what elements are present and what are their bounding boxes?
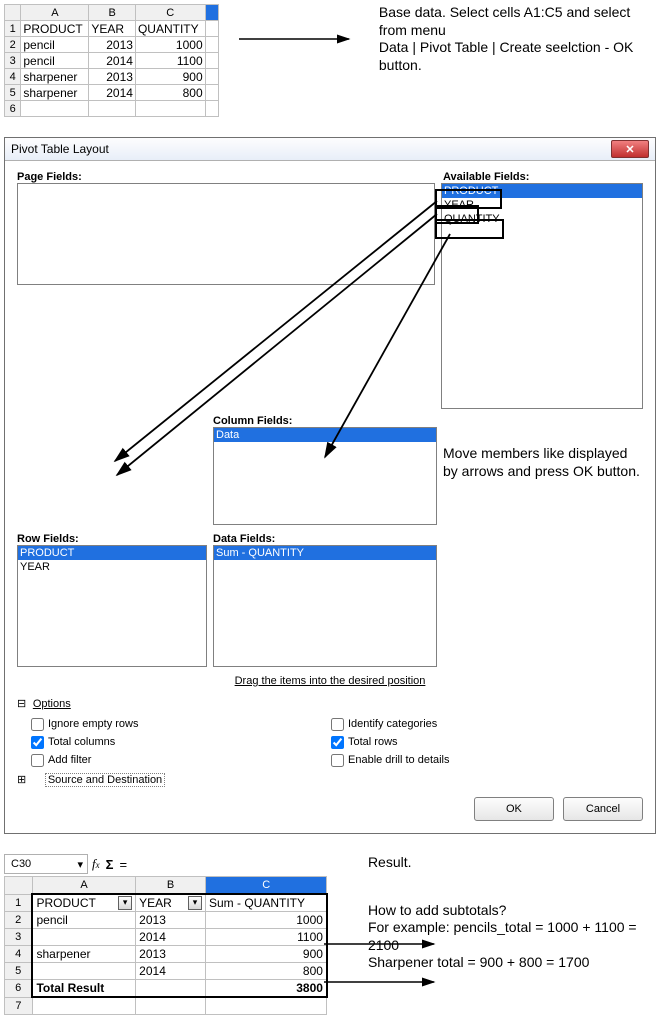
chk-add-filter[interactable]: Add filter: [31, 751, 331, 769]
available-year[interactable]: YEAR: [442, 198, 642, 212]
chk-ignore-empty[interactable]: Ignore empty rows: [31, 715, 331, 733]
options-expander[interactable]: ⊟: [17, 699, 33, 711]
srcdest-label[interactable]: Source and Destination: [45, 773, 165, 787]
row-fields-list[interactable]: PRODUCT YEAR: [17, 545, 207, 667]
cell-C1[interactable]: QUANTITY: [135, 21, 205, 37]
result-spreadsheet[interactable]: A B C 1 PRODUCT▾ YEAR▾ Sum - QUANTITY 2 …: [4, 876, 328, 1015]
column-fields-label: Column Fields:: [213, 415, 437, 427]
pivot-table-layout-dialog: Pivot Table Layout ✕ Page Fields: Availa…: [4, 137, 656, 834]
note-base-data: Base data. Select cells A1:C5 and select…: [379, 4, 659, 74]
col-header-A[interactable]: A: [21, 5, 89, 21]
dialog-title: Pivot Table Layout: [11, 142, 109, 156]
available-product[interactable]: PRODUCT: [442, 184, 642, 198]
note-subtotals: How to add subtotals? For example: penci…: [368, 902, 659, 955]
available-fields-list[interactable]: PRODUCT YEAR QUANTITY: [441, 183, 643, 409]
srcdest-expander[interactable]: ⊞: [17, 775, 33, 787]
data-fields-label: Data Fields:: [213, 533, 437, 545]
chk-total-rows[interactable]: Total rows: [331, 733, 631, 751]
equals-icon[interactable]: =: [119, 857, 127, 872]
available-quantity[interactable]: QUANTITY: [442, 212, 642, 226]
ok-button[interactable]: OK: [474, 797, 554, 821]
note-result: Result.: [368, 854, 659, 872]
sigma-icon[interactable]: Σ: [106, 857, 114, 872]
data-field-sum-qty[interactable]: Sum - QUANTITY: [214, 546, 436, 560]
col-header-B[interactable]: B: [89, 5, 136, 21]
col-header-C[interactable]: C: [135, 5, 205, 21]
row-field-product[interactable]: PRODUCT: [18, 546, 206, 560]
dropdown-icon[interactable]: ▾: [188, 896, 202, 910]
page-fields-label: Page Fields:: [17, 171, 443, 183]
cell-B1[interactable]: YEAR: [89, 21, 136, 37]
cancel-button[interactable]: Cancel: [563, 797, 643, 821]
drag-hint: Drag the items into the desired position: [17, 675, 643, 687]
row-field-year[interactable]: YEAR: [18, 560, 206, 574]
close-button[interactable]: ✕: [611, 140, 649, 158]
source-spreadsheet[interactable]: A B C 1 PRODUCT YEAR QUANTITY 2 pencil 2…: [4, 4, 219, 117]
cell-A1[interactable]: PRODUCT: [21, 21, 89, 37]
data-fields-list[interactable]: Sum - QUANTITY: [213, 545, 437, 667]
column-field-data[interactable]: Data: [214, 428, 436, 442]
note-move: Move members like displayed by arrows an…: [443, 445, 643, 480]
row-fields-label: Row Fields:: [17, 533, 207, 545]
name-box[interactable]: C30 ▾: [4, 854, 88, 874]
options-label[interactable]: Options: [33, 698, 71, 710]
dropdown-icon[interactable]: ▾: [118, 896, 132, 910]
available-fields-label: Available Fields:: [443, 171, 643, 183]
chk-total-columns[interactable]: Total columns: [31, 733, 331, 751]
chevron-down-icon: ▾: [77, 858, 83, 871]
chk-enable-drill[interactable]: Enable drill to details: [331, 751, 631, 769]
fx-icon[interactable]: fx: [92, 856, 100, 872]
column-fields-list[interactable]: Data: [213, 427, 437, 525]
chk-identify-categories[interactable]: Identify categories: [331, 715, 631, 733]
page-fields-list[interactable]: [17, 183, 435, 285]
